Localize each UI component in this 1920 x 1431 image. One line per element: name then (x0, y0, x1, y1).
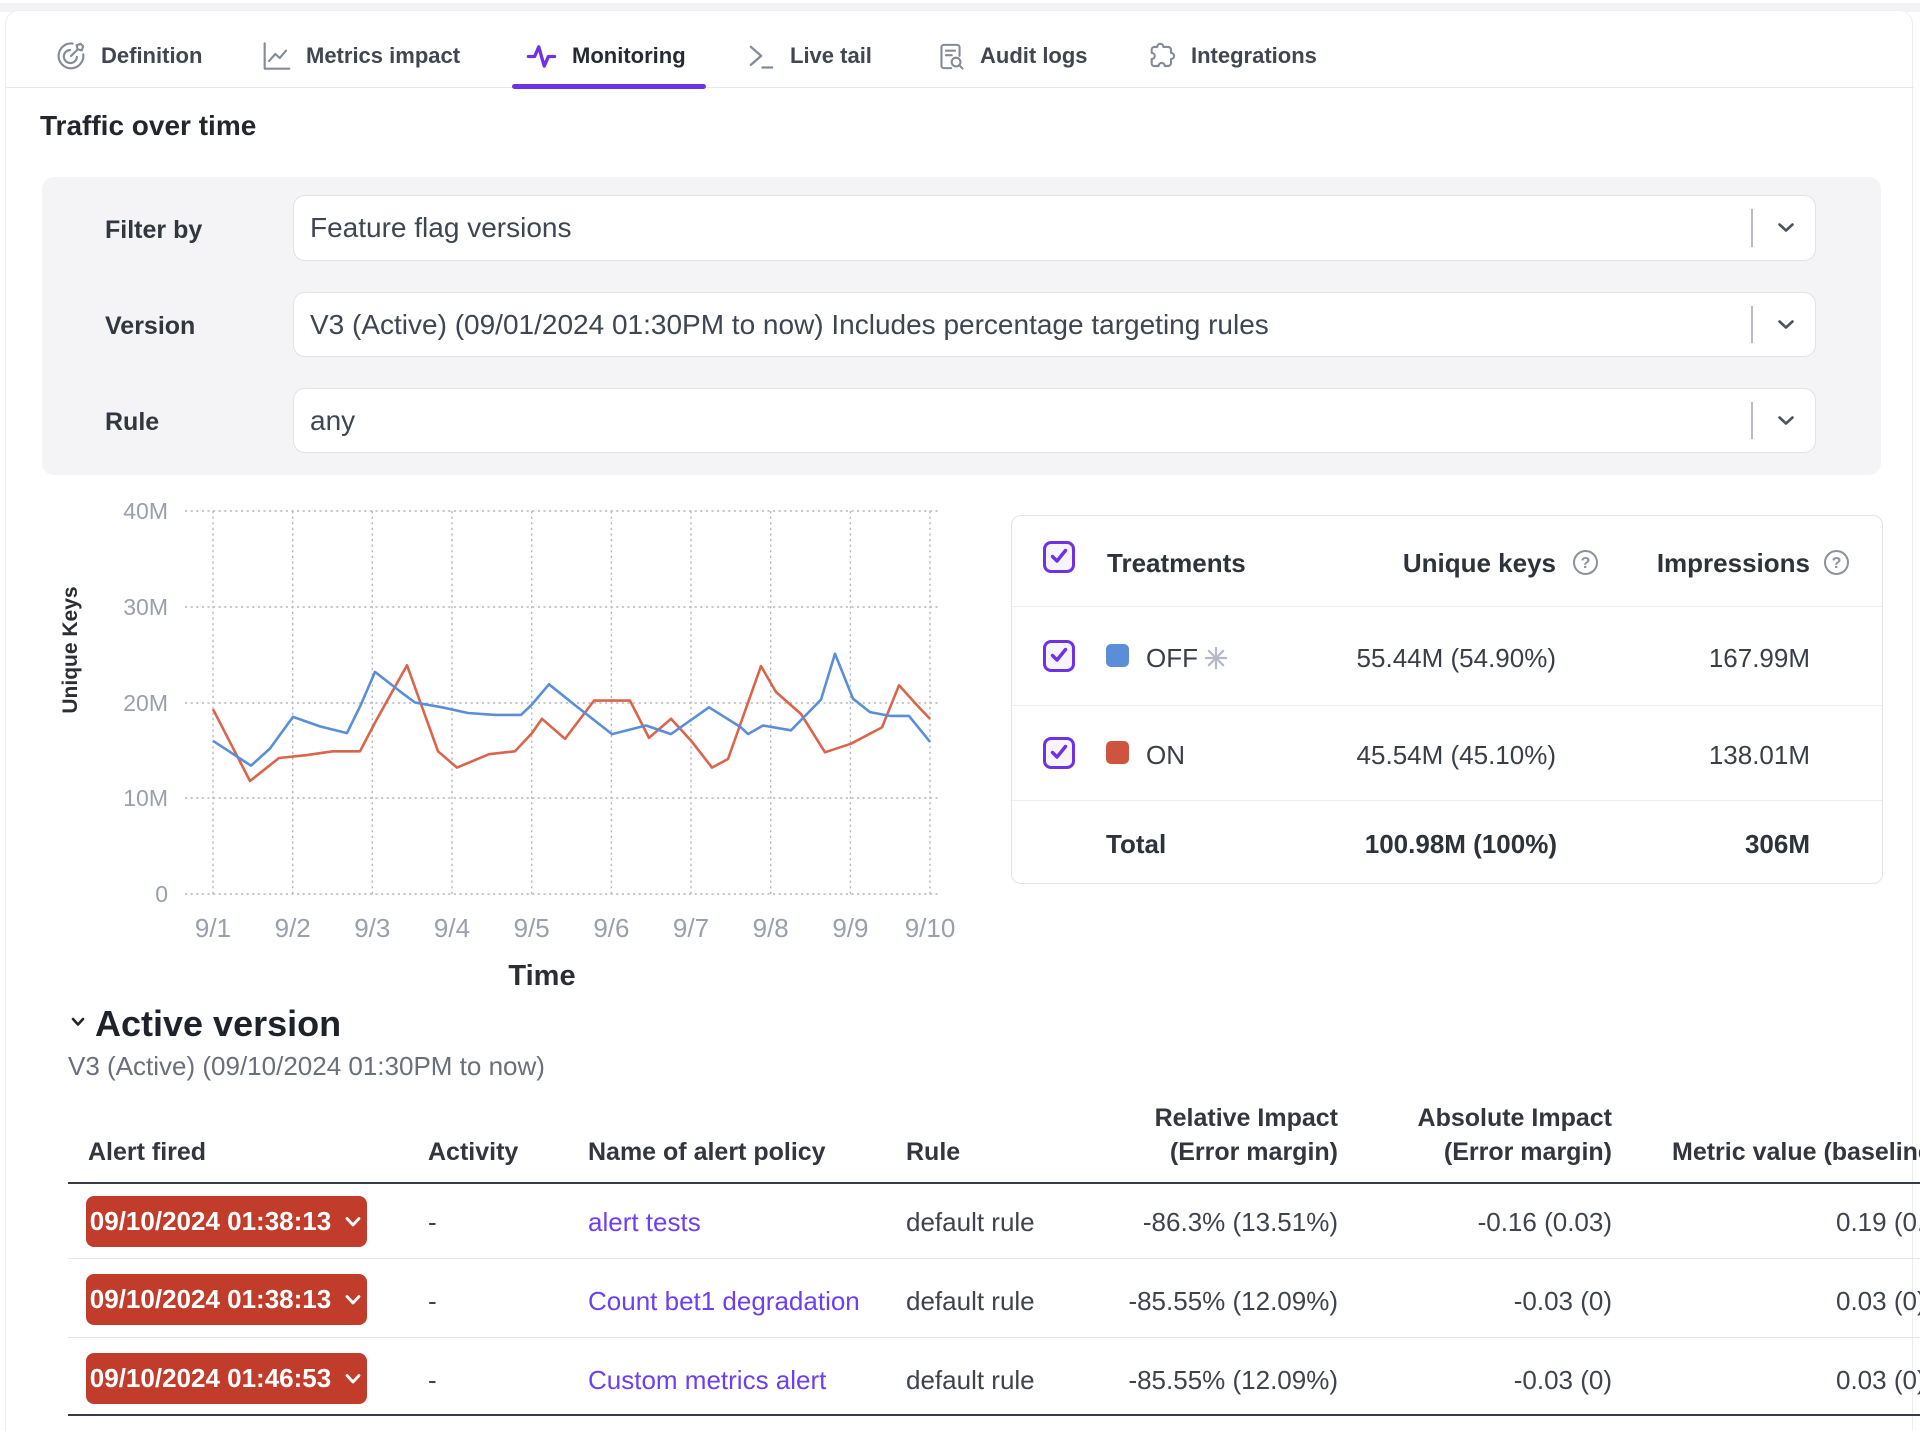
svg-text:9/5: 9/5 (514, 913, 550, 943)
svg-text:9/3: 9/3 (354, 913, 390, 943)
svg-text:9/10: 9/10 (905, 913, 956, 943)
svg-text:9/4: 9/4 (434, 913, 470, 943)
svg-text:9/1: 9/1 (195, 913, 231, 943)
svg-text:10M: 10M (123, 785, 168, 811)
svg-text:40M: 40M (123, 498, 168, 524)
svg-text:9/7: 9/7 (673, 913, 709, 943)
svg-text:Time: Time (508, 960, 575, 992)
svg-text:9/8: 9/8 (753, 913, 789, 943)
svg-text:Unique Keys: Unique Keys (59, 586, 82, 713)
svg-text:30M: 30M (123, 594, 168, 620)
svg-text:?: ? (1832, 555, 1842, 572)
svg-text:20M: 20M (123, 690, 168, 716)
svg-text:0: 0 (155, 881, 168, 907)
svg-text:9/9: 9/9 (832, 913, 868, 943)
svg-text:9/6: 9/6 (593, 913, 629, 943)
svg-text:9/2: 9/2 (275, 913, 311, 943)
svg-text:?: ? (1581, 555, 1591, 572)
